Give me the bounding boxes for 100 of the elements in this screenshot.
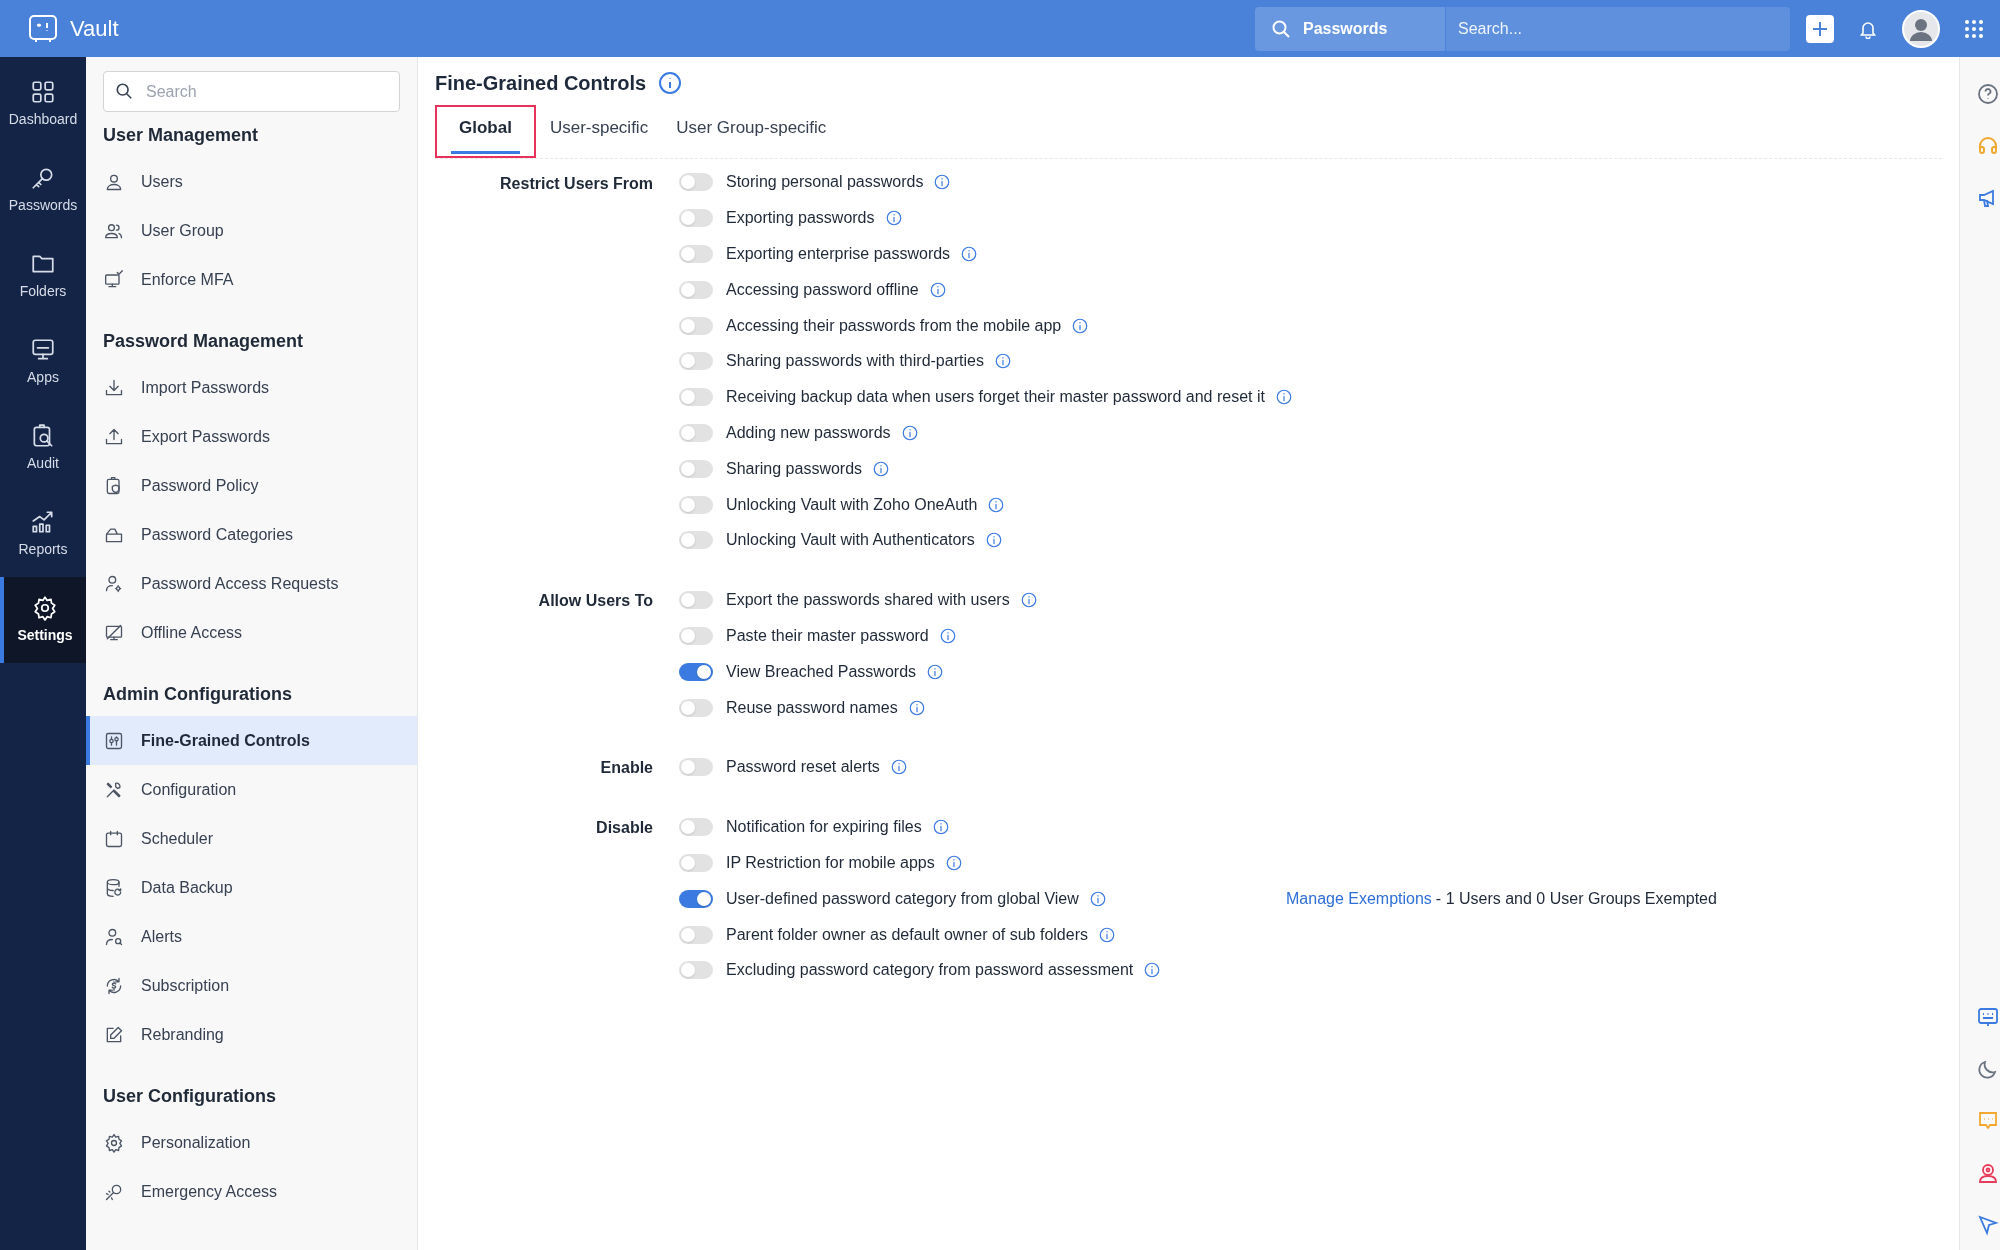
tab[interactable]: User-specific xyxy=(549,115,649,154)
info-icon[interactable] xyxy=(960,245,979,263)
upload-icon xyxy=(104,426,124,447)
toggle-switch[interactable] xyxy=(679,818,713,837)
sidebar-item[interactable]: User Group xyxy=(86,206,417,255)
toggle-switch[interactable] xyxy=(679,662,713,681)
sidebar-item[interactable]: Configuration xyxy=(86,765,417,814)
keyboard-icon[interactable] xyxy=(1976,1006,1999,1028)
info-icon[interactable] xyxy=(889,758,908,777)
info-icon[interactable] xyxy=(1274,388,1293,407)
info-icon[interactable] xyxy=(658,71,683,95)
help-icon[interactable] xyxy=(1976,83,1999,105)
info-icon[interactable] xyxy=(931,818,950,837)
add-button[interactable] xyxy=(1806,14,1834,43)
toggle-switch[interactable] xyxy=(679,173,713,192)
sso-monitor-icon xyxy=(30,336,56,363)
refresh-dollar-icon xyxy=(104,975,124,996)
setting-label: Export the passwords shared with users xyxy=(726,590,1010,611)
sidebar-item[interactable]: Password Access Requests xyxy=(86,559,417,608)
toggle-switch[interactable] xyxy=(679,209,713,228)
sidebar-item[interactable]: Users xyxy=(86,157,417,206)
rail-item[interactable]: Passwords xyxy=(0,147,86,233)
gear-icon xyxy=(104,1132,124,1153)
toggle-switch[interactable] xyxy=(679,388,713,407)
sidebar-search-field[interactable]: Search xyxy=(103,71,400,112)
apps-grid-icon[interactable] xyxy=(1964,18,1984,39)
vault-logo-icon xyxy=(28,13,58,44)
toggle-switch[interactable] xyxy=(679,758,713,777)
toggle-switch[interactable] xyxy=(679,495,713,514)
sidebar-item[interactable]: Subscription xyxy=(86,961,417,1010)
info-icon[interactable] xyxy=(1071,316,1090,335)
toggle-switch[interactable] xyxy=(679,626,713,645)
location-user-icon[interactable] xyxy=(1976,1162,1999,1184)
info-icon[interactable] xyxy=(928,280,947,299)
info-icon[interactable] xyxy=(1088,889,1107,908)
toggle-switch[interactable] xyxy=(679,531,713,550)
info-icon[interactable] xyxy=(884,209,903,228)
sidebar-item[interactable]: Personalization xyxy=(86,1118,417,1167)
app-title: Vault xyxy=(70,15,119,43)
user-search-icon xyxy=(104,926,124,947)
sidebar-item[interactable]: Emergency Access xyxy=(86,1167,417,1216)
rail-item[interactable]: Dashboard xyxy=(0,61,86,147)
toggle-switch[interactable] xyxy=(679,853,713,872)
search-field[interactable]: Search... xyxy=(1445,6,1790,51)
rail-item[interactable]: Reports xyxy=(0,491,86,577)
setting-label: Adding new passwords xyxy=(726,422,891,443)
info-icon[interactable] xyxy=(938,626,957,645)
info-icon[interactable] xyxy=(1019,591,1038,610)
rail-item[interactable]: Audit xyxy=(0,405,86,491)
rail-item[interactable]: Folders xyxy=(0,233,86,319)
sidebar-item[interactable]: Password Categories xyxy=(86,510,417,559)
info-icon[interactable] xyxy=(1143,961,1162,980)
rail-item[interactable]: Settings xyxy=(0,577,86,663)
toggle-switch[interactable] xyxy=(679,925,713,944)
info-icon[interactable] xyxy=(984,531,1003,550)
sidebar-item[interactable]: Offline Access xyxy=(86,608,417,657)
exemption-summary: - 1 Users and 0 User Groups Exempted xyxy=(1435,888,1717,909)
rail-item[interactable]: Apps xyxy=(0,319,86,405)
info-icon[interactable] xyxy=(926,662,945,681)
sidebar-item[interactable]: Import Passwords xyxy=(86,363,417,412)
group-label: Allow Users To xyxy=(537,591,653,612)
info-icon[interactable] xyxy=(933,173,952,192)
toggle-switch[interactable] xyxy=(679,889,713,908)
toggle-switch[interactable] xyxy=(679,459,713,478)
toggle-switch[interactable] xyxy=(679,698,713,717)
send-icon[interactable] xyxy=(1976,1214,1999,1236)
info-icon[interactable] xyxy=(872,459,891,478)
info-icon[interactable] xyxy=(1098,925,1116,944)
info-icon[interactable] xyxy=(987,495,1006,514)
sidebar-item[interactable]: Password Policy xyxy=(86,461,417,510)
moon-icon[interactable] xyxy=(1976,1058,1999,1080)
search-icon xyxy=(115,82,133,100)
info-icon[interactable] xyxy=(993,352,1012,371)
toggle-switch[interactable] xyxy=(679,352,713,371)
sliders-icon xyxy=(104,730,124,751)
sidebar-item[interactable]: Data Backup xyxy=(86,863,417,912)
info-icon[interactable] xyxy=(907,698,926,717)
toggle-switch[interactable] xyxy=(679,591,713,610)
toggle-switch[interactable] xyxy=(679,280,713,299)
sidebar-item[interactable]: Scheduler xyxy=(86,814,417,863)
info-icon[interactable] xyxy=(900,423,919,442)
sidebar-item[interactable]: Fine-Grained Controls xyxy=(86,716,417,765)
monitor-off-icon xyxy=(104,622,124,643)
sidebar-item[interactable]: Alerts xyxy=(86,912,417,961)
toggle-switch[interactable] xyxy=(679,316,713,335)
setting-label: Receiving backup data when users forget their master password and reset it xyxy=(726,387,1265,408)
info-icon[interactable] xyxy=(944,853,963,872)
database-icon xyxy=(104,877,124,898)
toggle-switch[interactable] xyxy=(679,961,713,980)
tab[interactable]: Global xyxy=(451,115,520,154)
manage-exemptions-link[interactable]: Manage Exemptions xyxy=(1286,886,1432,911)
tab[interactable]: User Group-specific xyxy=(676,115,827,154)
sidebar-item[interactable]: Export Passwords xyxy=(86,412,417,461)
setting-label: Sharing passwords xyxy=(726,458,863,479)
avatar-icon[interactable] xyxy=(1902,9,1940,48)
sidebar-item[interactable]: Rebranding xyxy=(86,1010,417,1059)
setting-label: View Breached Passwords xyxy=(726,661,917,682)
toggle-switch[interactable] xyxy=(679,423,713,442)
sidebar-item[interactable]: Enforce MFA xyxy=(86,255,417,304)
toggle-switch[interactable] xyxy=(679,245,713,263)
